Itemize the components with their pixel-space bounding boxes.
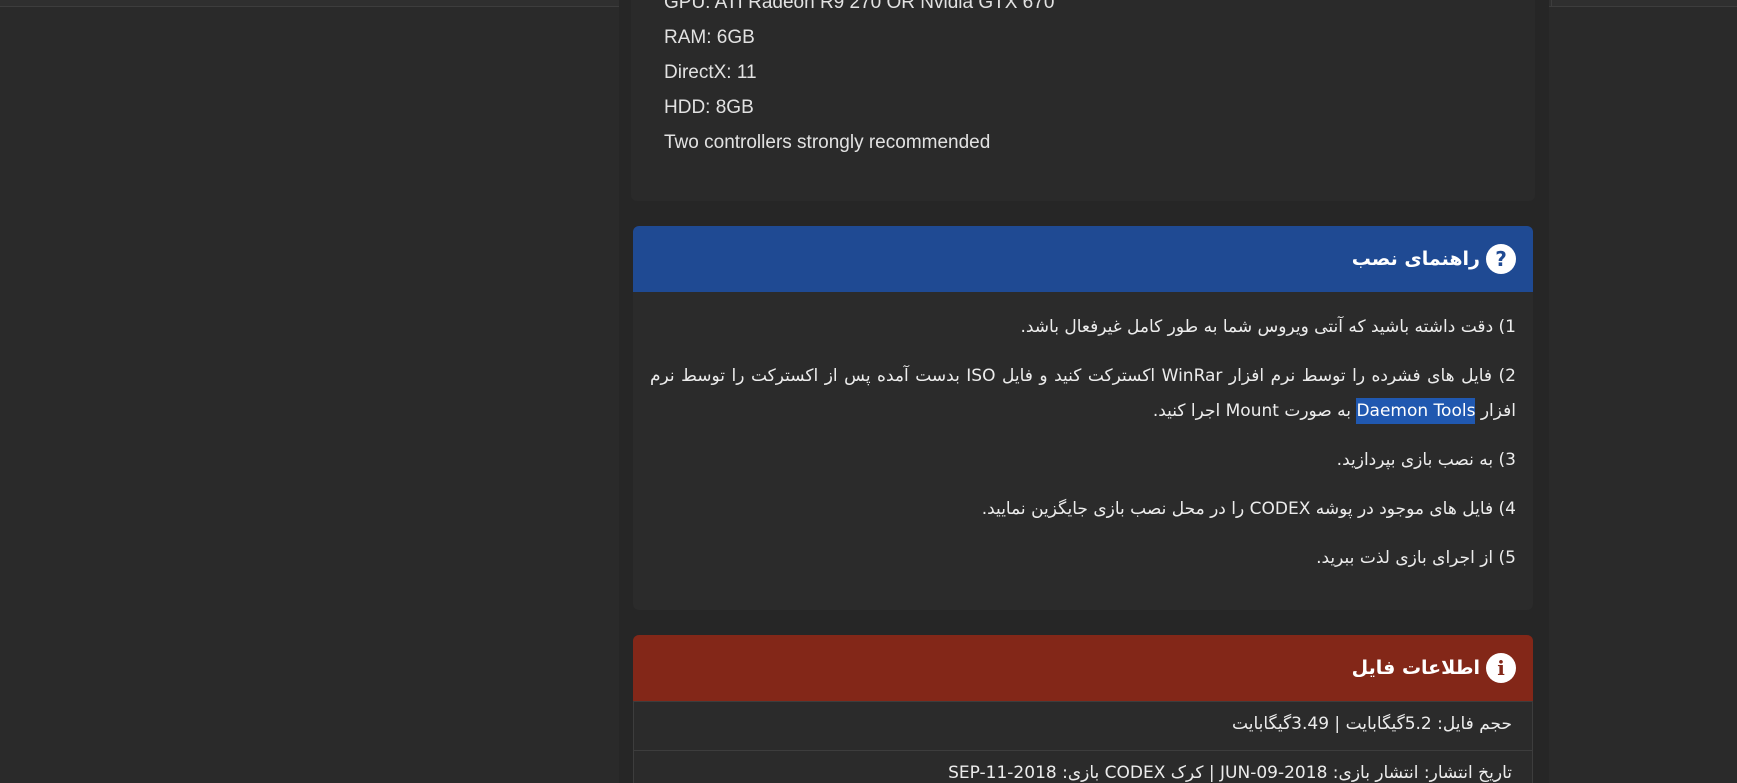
install-step: 4) فایل های موجود در پوشه CODEX را در مح… [981, 499, 1516, 519]
install-step: 3) به نصب بازی بپردازید. [1336, 450, 1516, 470]
req-gpu: GPU: ATI Radeon R9 270 OR Nvidia GTX 670 [664, 0, 1055, 13]
install-guide-card: ? راهنمای نصب 1) دقت داشته باشید که آنتی… [633, 226, 1533, 610]
install-step: 1) دقت داشته باشید که آنتی ویروس شما به … [1020, 317, 1516, 337]
selected-text-highlight[interactable]: Daemon Tools [1356, 398, 1476, 424]
req-ram: RAM: 6GB [664, 27, 755, 48]
install-step-text: به صورت Mount اجرا کنید. [1152, 401, 1357, 421]
req-controllers: Two controllers strongly recommended [664, 132, 991, 153]
install-guide-title: راهنمای نصب [1351, 248, 1480, 270]
install-guide-heading: ? راهنمای نصب [1352, 226, 1516, 292]
file-info-title: اطلاعات فایل [1351, 657, 1480, 679]
system-requirements-panel: GPU: ATI Radeon R9 270 OR Nvidia GTX 670… [631, 0, 1535, 201]
release-date-row: تاریخ انتشار: انتشار بازی: JUN-09-2018 |… [633, 750, 1533, 783]
top-divider [1551, 0, 1552, 6]
question-icon: ? [1486, 244, 1516, 274]
file-info-card: i اطلاعات فایل حجم فایل: 5.2گیگابایت | 3… [633, 635, 1533, 783]
req-hdd: HDD: 8GB [664, 97, 754, 118]
content-column: GPU: ATI Radeon R9 270 OR Nvidia GTX 670… [619, 0, 1549, 783]
file-info-heading: i اطلاعات فایل [1352, 635, 1516, 701]
req-directx: DirectX: 11 [664, 62, 757, 83]
file-size-row: حجم فایل: 5.2گیگابایت | 3.49گیگابایت [633, 701, 1533, 750]
info-icon: i [1486, 653, 1516, 683]
file-info-header[interactable]: i اطلاعات فایل [633, 635, 1533, 701]
install-step: 5) از اجرای بازی لذت ببرید. [1316, 548, 1516, 568]
install-guide-header[interactable]: ? راهنمای نصب [633, 226, 1533, 292]
install-step: 2) فایل های فشرده را توسط نرم افزار WinR… [650, 359, 1516, 429]
install-steps-list: 1) دقت داشته باشید که آنتی ویروس شما به … [633, 292, 1533, 596]
